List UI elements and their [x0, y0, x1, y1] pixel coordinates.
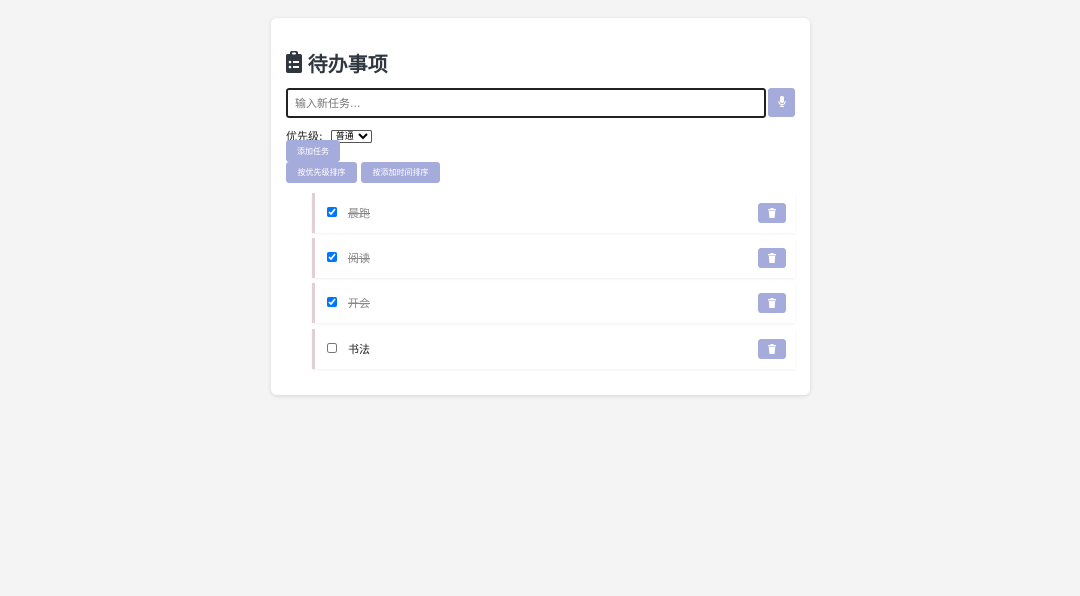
microphone-icon	[777, 95, 786, 110]
task-text: 晨跑	[348, 207, 370, 220]
sort-by-priority-button[interactable]: 按优先级排序	[286, 162, 357, 183]
new-task-input[interactable]	[286, 88, 766, 118]
task-item: 书法	[312, 329, 795, 369]
task-item: 晨跑	[312, 193, 795, 233]
trash-icon	[768, 206, 776, 221]
task-checkbox[interactable]	[327, 297, 337, 307]
todo-card: 待办事项 优先级: 普通 添加任务 按优先级排序 按添加时间排序 晨跑阅读开会书…	[271, 18, 810, 395]
trash-icon	[768, 342, 776, 357]
clipboard-list-icon	[286, 51, 302, 73]
task-text: 开会	[348, 297, 370, 310]
task-text: 阅读	[348, 252, 370, 265]
page-title: 待办事项	[286, 48, 388, 76]
trash-icon	[768, 251, 776, 266]
task-checkbox[interactable]	[327, 207, 337, 217]
app-title: 待办事项	[308, 51, 388, 76]
add-task-button[interactable]: 添加任务	[286, 140, 340, 162]
task-item: 阅读	[312, 238, 795, 278]
trash-icon	[768, 296, 776, 311]
delete-task-button[interactable]	[758, 339, 786, 359]
task-checkbox[interactable]	[327, 252, 337, 262]
task-checkbox[interactable]	[327, 343, 337, 353]
task-item: 开会	[312, 283, 795, 323]
delete-task-button[interactable]	[758, 293, 786, 313]
voice-input-button[interactable]	[768, 88, 795, 117]
delete-task-button[interactable]	[758, 203, 786, 223]
task-text: 书法	[348, 343, 370, 356]
delete-task-button[interactable]	[758, 248, 786, 268]
sort-by-time-button[interactable]: 按添加时间排序	[361, 162, 440, 183]
